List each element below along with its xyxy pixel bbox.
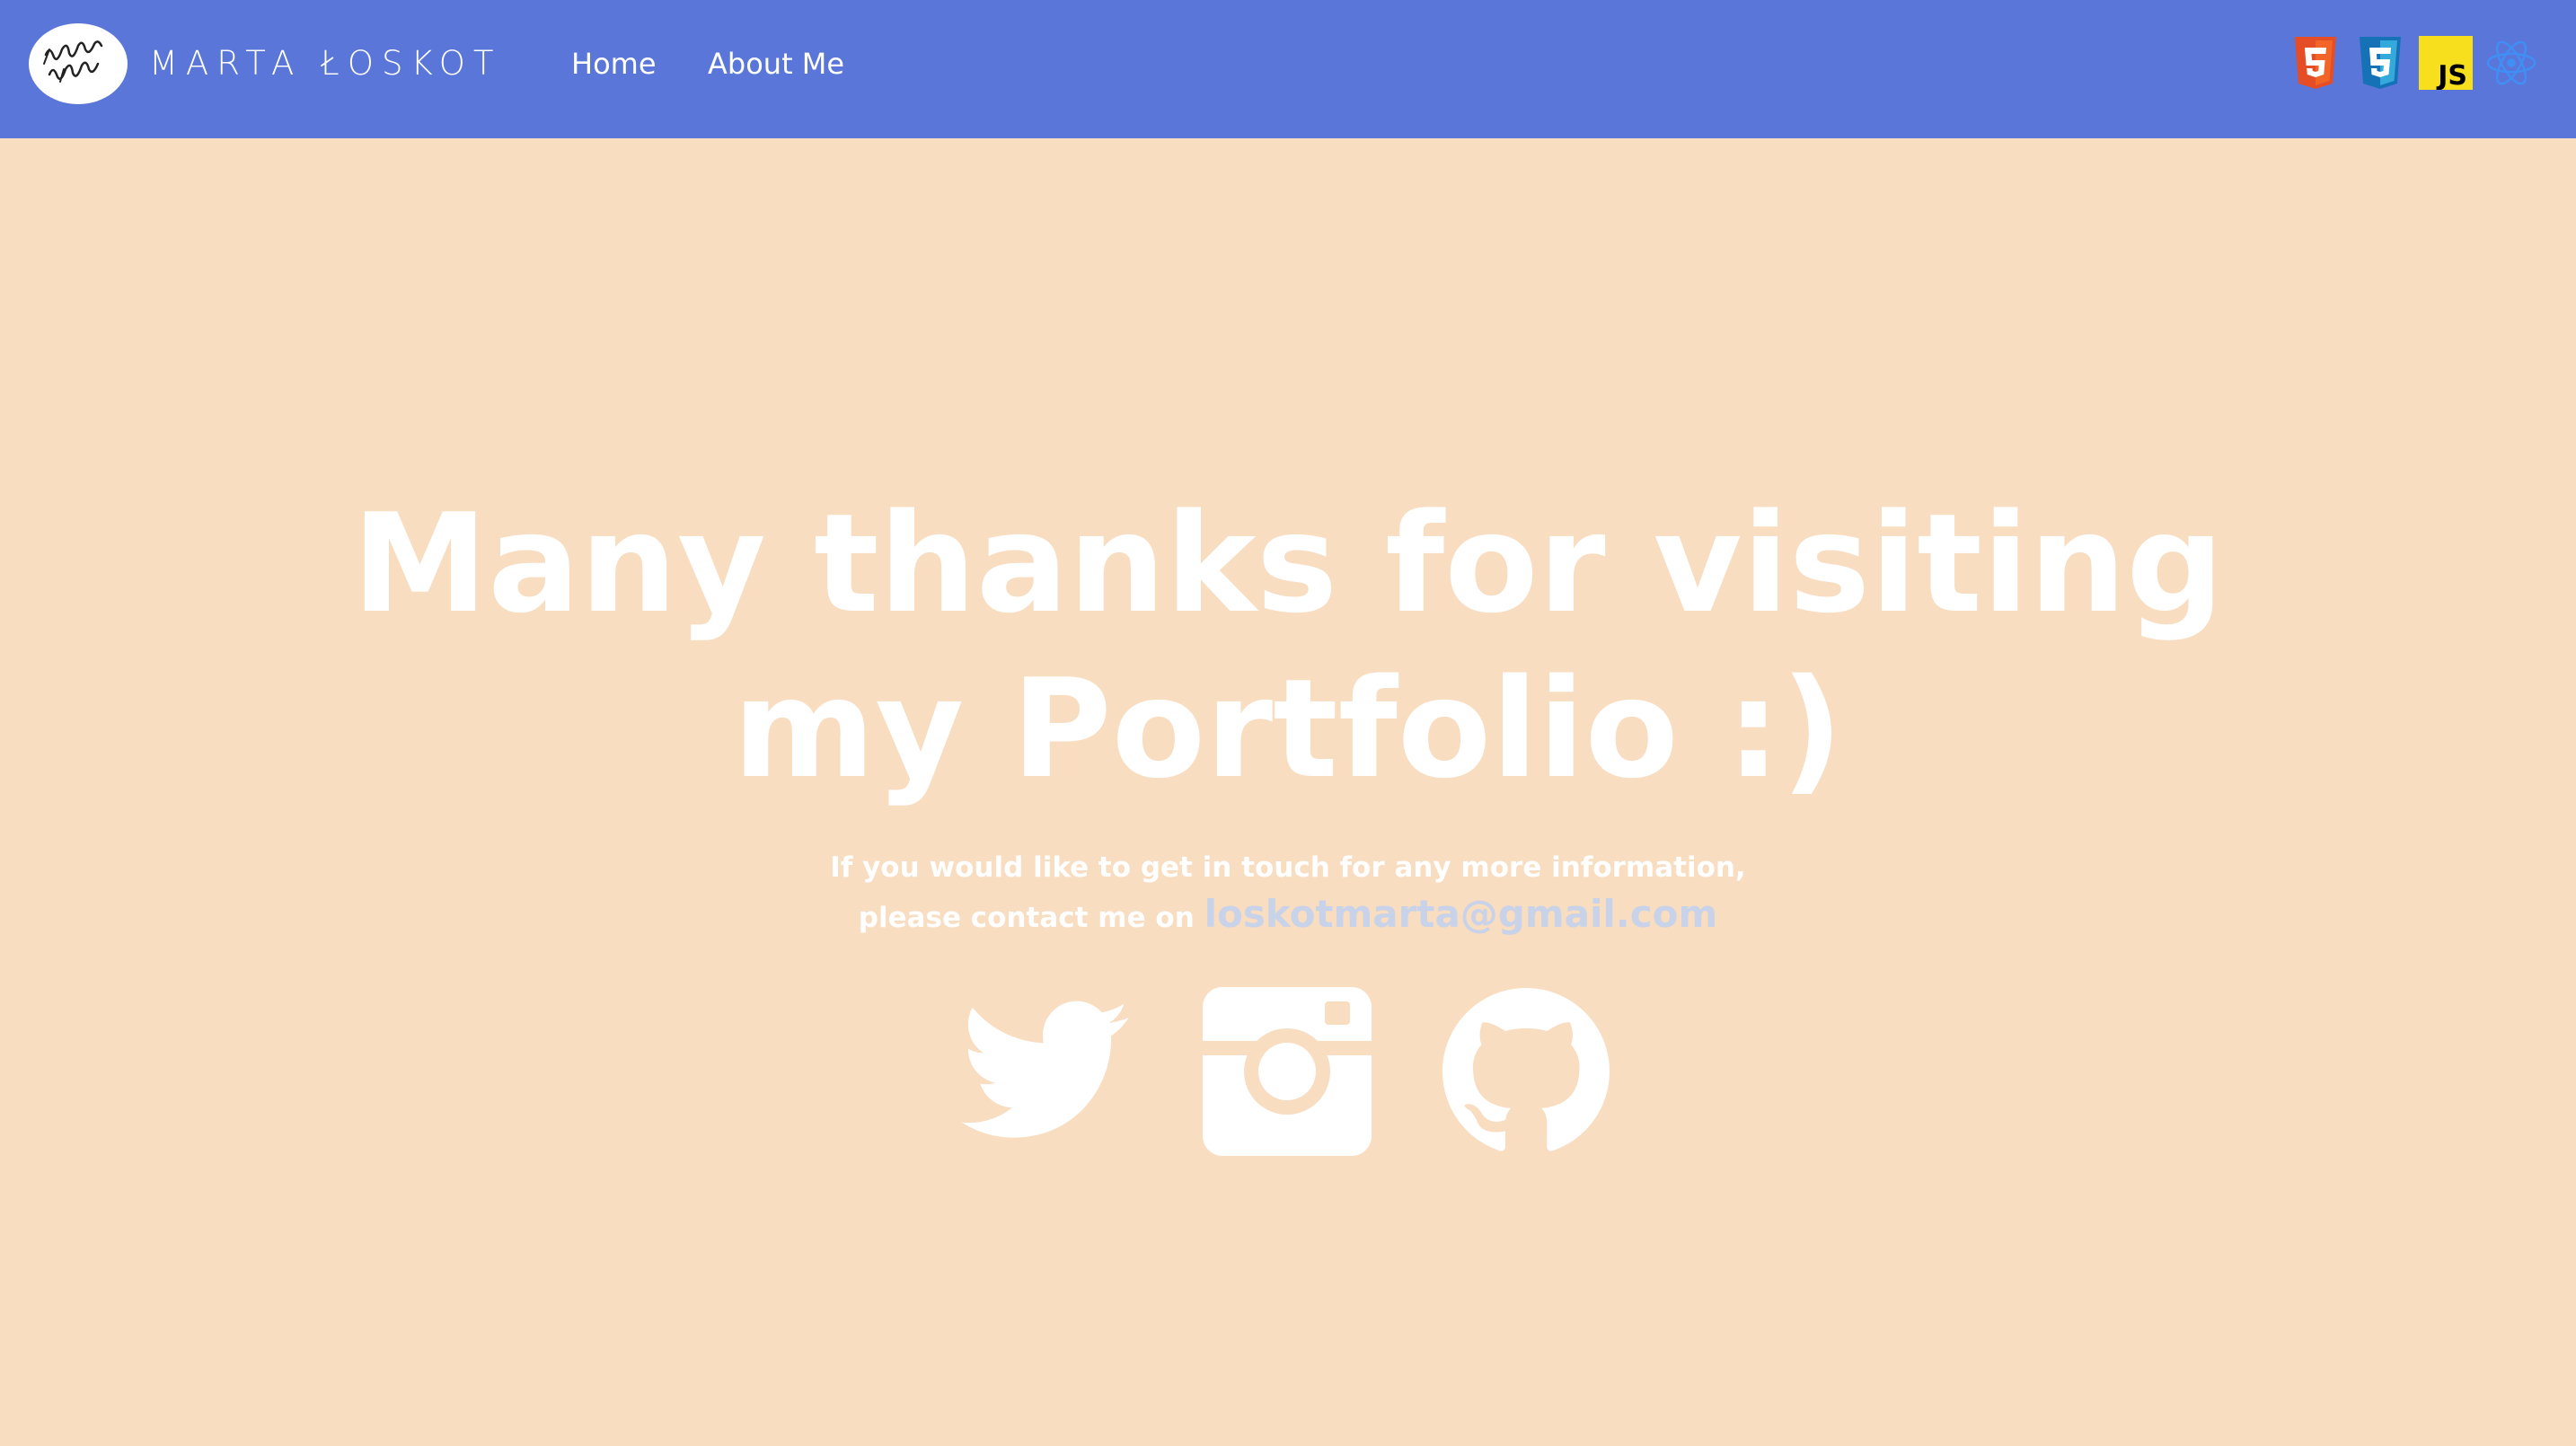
- brand-name: MARTA ŁOSKOT: [149, 44, 502, 83]
- navbar: MARTA ŁOSKOT Home About Me JS: [0, 0, 2576, 138]
- headline-line-2: my Portfolio :): [732, 649, 1844, 808]
- contact-line-1: If you would like to get in touch for an…: [830, 851, 1746, 884]
- contact-line-2: please contact me on: [858, 902, 1195, 934]
- github-icon[interactable]: [1441, 986, 1611, 1157]
- email-link[interactable]: loskotmarta@gmail.com: [1204, 892, 1718, 936]
- logo-scribble: [43, 40, 103, 83]
- twitter-icon[interactable]: [961, 986, 1132, 1157]
- page-headline: Many thanks for visiting my Portfolio :): [300, 481, 2276, 812]
- javascript-icon-text: JS: [2436, 60, 2467, 90]
- javascript-icon: JS: [2419, 34, 2473, 92]
- instagram-icon[interactable]: [1202, 986, 1372, 1157]
- html5-icon: [2289, 34, 2342, 92]
- headline-line-1: Many thanks for visiting: [351, 484, 2225, 643]
- react-icon: [2484, 34, 2538, 92]
- css3-icon: [2353, 34, 2407, 92]
- nav-home-link[interactable]: Home: [571, 43, 657, 84]
- handwritten-logo-icon[interactable]: [29, 23, 128, 104]
- contact-text: If you would like to get in touch for an…: [749, 844, 1827, 941]
- nav-about-link[interactable]: About Me: [708, 43, 844, 84]
